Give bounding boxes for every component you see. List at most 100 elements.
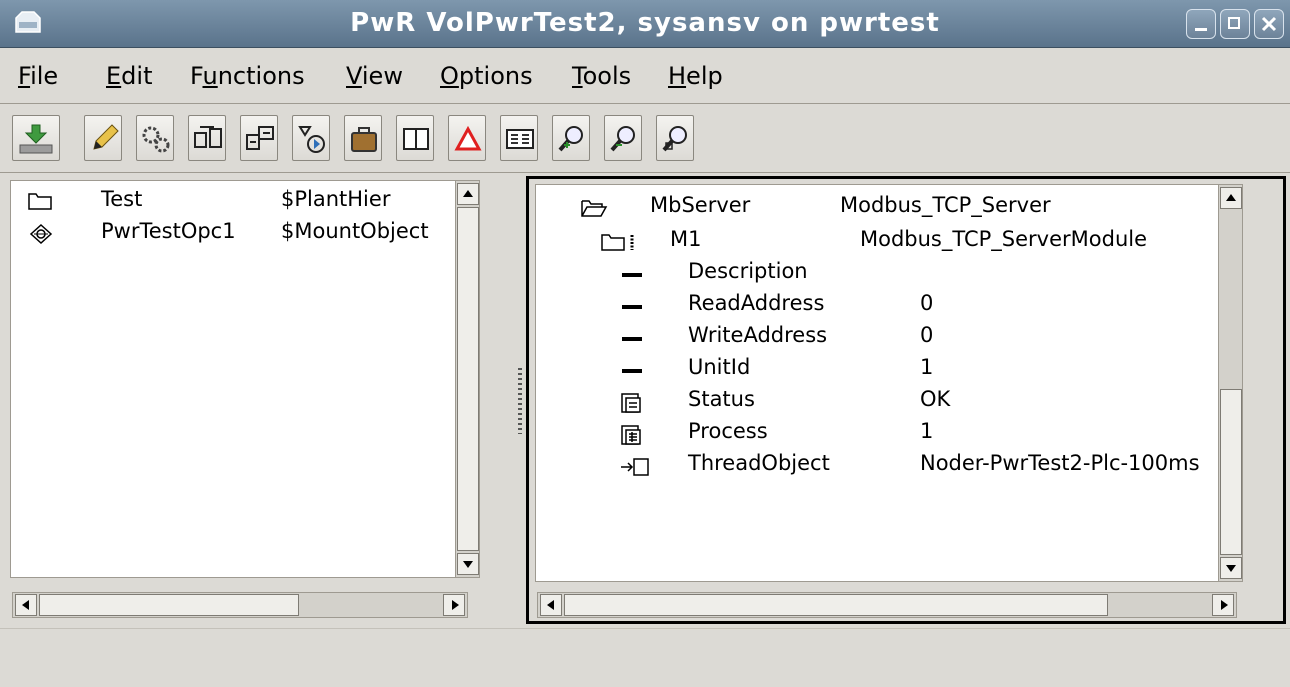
scroll-up-button[interactable]	[1220, 187, 1242, 209]
maximize-button[interactable]	[1220, 9, 1250, 39]
attribute-row[interactable]: Description	[620, 259, 1220, 293]
attribute-row[interactable]: UnitId 1	[620, 355, 1220, 389]
arrow-up-icon	[1226, 194, 1236, 201]
object-name: MbServer	[650, 193, 751, 217]
left-tree-pane[interactable]: Test $PlantHier PwrTestOpc1 $MountObject	[10, 180, 480, 578]
menu-file-mnemonic: F	[18, 62, 31, 90]
scroll-down-button[interactable]	[457, 553, 479, 575]
minimize-button[interactable]	[1186, 9, 1216, 39]
right-vertical-scrollbar[interactable]	[1218, 185, 1242, 581]
menu-view-mnemonic: V	[346, 62, 362, 90]
scroll-thumb[interactable]	[457, 207, 479, 551]
menu-file-label: ile	[30, 62, 59, 90]
zoom-in-icon	[558, 126, 583, 152]
bag-icon	[351, 127, 377, 152]
zoom-out-icon	[610, 126, 635, 152]
tree-row[interactable]: MbServer Modbus_TCP_Server	[580, 193, 1200, 227]
arrow-down-icon	[463, 561, 473, 568]
right-tree-pane[interactable]: MbServer Modbus_TCP_Server M1 Modbus_TCP…	[535, 184, 1243, 582]
attribute-row[interactable]: WriteAddress 0	[620, 323, 1220, 357]
menu-view[interactable]: View	[346, 62, 403, 90]
edit-button[interactable]	[84, 115, 122, 161]
attribute-value: 1	[920, 419, 934, 443]
scroll-left-button[interactable]	[540, 594, 562, 616]
menu-options[interactable]: Options	[440, 62, 533, 90]
menu-functions-prefix: F	[190, 62, 203, 90]
menu-view-label: iew	[361, 62, 403, 90]
attribute-editor-button[interactable]	[500, 115, 538, 161]
object-class: Modbus_TCP_Server	[840, 193, 1051, 217]
zoom-out-button[interactable]	[604, 115, 642, 161]
scroll-up-button[interactable]	[457, 183, 479, 205]
scroll-right-button[interactable]	[1212, 594, 1234, 616]
menu-help[interactable]: Help	[668, 62, 723, 90]
edit-pencil-icon	[93, 124, 119, 150]
minimize-icon	[1195, 28, 1207, 31]
window-title: PwR VolPwrTest2, sysansv on pwrtest	[350, 8, 940, 38]
arrow-left-icon	[547, 600, 554, 610]
attribute-icon	[622, 273, 642, 277]
attribute-row[interactable]: Process 1	[620, 419, 1220, 453]
save-button[interactable]	[12, 115, 60, 161]
toolbar	[0, 105, 1290, 173]
attribute-icon	[622, 305, 642, 309]
scroll-thumb[interactable]	[564, 594, 1108, 616]
attribute-value: 1	[920, 355, 934, 379]
zoom-in-button[interactable]	[552, 115, 590, 161]
tree-row[interactable]: PwrTestOpc1 $MountObject	[27, 219, 447, 253]
menu-functions-mnemonic: u	[202, 62, 218, 90]
title-bar[interactable]: PwR VolPwrTest2, sysansv on pwrtest	[0, 0, 1290, 48]
distribute-icon	[194, 126, 222, 148]
object-reference-icon	[621, 458, 649, 476]
folder-icon	[28, 193, 52, 210]
object-class: $MountObject	[281, 219, 429, 243]
close-button[interactable]	[1254, 9, 1284, 39]
build-button[interactable]	[240, 115, 278, 161]
scroll-thumb[interactable]	[1220, 389, 1242, 555]
struct-attribute-icon	[621, 393, 641, 413]
scroll-thumb[interactable]	[39, 594, 299, 616]
close-icon	[1261, 16, 1277, 32]
right-horizontal-scrollbar[interactable]	[537, 592, 1237, 618]
zoom-reset-button[interactable]	[656, 115, 694, 161]
left-horizontal-scrollbar[interactable]	[12, 592, 468, 618]
menu-functions[interactable]: Functions	[190, 62, 305, 90]
object-class: Modbus_TCP_ServerModule	[860, 227, 1148, 251]
menu-bar: File Edit Functions View Options Tools H…	[0, 48, 1290, 104]
menu-edit[interactable]: Edit	[106, 62, 152, 90]
attribute-row[interactable]: Status OK	[620, 387, 1220, 421]
attribute-row[interactable]: ReadAddress 0	[620, 291, 1220, 325]
pane-splitter[interactable]	[518, 368, 522, 434]
menu-tools[interactable]: Tools	[572, 62, 631, 90]
alarm-button[interactable]	[448, 115, 486, 161]
menu-functions-label: nctions	[217, 62, 305, 90]
attribute-value: Noder-PwrTest2-Plc-100ms	[920, 451, 1200, 475]
tree-row[interactable]: Test $PlantHier	[27, 187, 447, 221]
tree-row[interactable]: M1 Modbus_TCP_ServerModule	[600, 227, 1220, 261]
attribute-name: ThreadObject	[688, 451, 830, 475]
configure-button[interactable]	[136, 115, 174, 161]
menu-tools-mnemonic: T	[572, 62, 583, 90]
arrow-down-icon	[1226, 565, 1236, 572]
distribute-button[interactable]	[188, 115, 226, 161]
bag-button[interactable]	[344, 115, 382, 161]
menu-file[interactable]: File	[18, 62, 58, 90]
struct-array-icon	[621, 425, 641, 445]
split-view-icon	[403, 128, 429, 150]
scroll-right-button[interactable]	[443, 594, 465, 616]
object-name: Test	[101, 187, 143, 211]
menu-edit-label: dit	[121, 62, 153, 90]
attribute-name: ReadAddress	[688, 291, 825, 315]
plc-trace-button[interactable]	[292, 115, 330, 161]
scroll-down-button[interactable]	[1220, 557, 1242, 579]
left-vertical-scrollbar[interactable]	[455, 181, 479, 577]
attribute-row[interactable]: ThreadObject Noder-PwrTest2-Plc-100ms	[620, 451, 1240, 485]
arrow-right-icon	[452, 600, 459, 610]
menu-help-mnemonic: H	[668, 62, 687, 90]
object-name: PwrTestOpc1	[101, 219, 236, 243]
folder-open-icon	[581, 200, 608, 217]
status-bar	[0, 628, 1290, 687]
split-view-button[interactable]	[396, 115, 434, 161]
scroll-left-button[interactable]	[15, 594, 37, 616]
configure-gears-icon	[142, 126, 170, 153]
